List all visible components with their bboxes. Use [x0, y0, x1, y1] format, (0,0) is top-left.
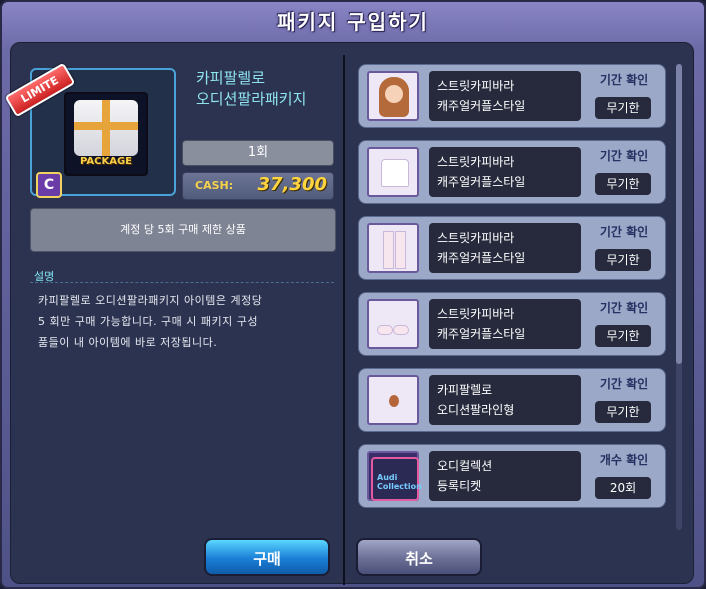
package-name-line2: 오디션팔라패키지	[196, 90, 307, 108]
purchase-count: 1회	[182, 140, 334, 166]
period-label: 기간 확인	[599, 225, 649, 239]
item-name-line2: 캐주얼커플스타일	[437, 175, 526, 189]
package-item-row[interactable]: Audi Collection 오디컬렉션 등록티켓 개수 확인 20회	[358, 444, 666, 508]
pants-icon	[367, 223, 419, 273]
period-label: 기간 확인	[599, 149, 649, 163]
cancel-button[interactable]: 취소	[356, 538, 482, 576]
item-name-box: 스트릿카피바라 캐주얼커플스타일	[429, 299, 581, 349]
panel-divider	[343, 55, 345, 585]
package-name-line1: 카피팔렐로	[196, 69, 266, 87]
item-name-line2: 캐주얼커플스타일	[437, 251, 526, 265]
package-item-row[interactable]: 스트릿카피바라 캐주얼커플스타일 기간 확인 무기한	[358, 216, 666, 280]
shoes-icon	[367, 299, 419, 349]
description-line2: 5 회만 구매 가능합니다. 구매 시 패키지 구성	[38, 315, 259, 328]
shirt-icon	[367, 147, 419, 197]
item-name-box: 스트릿카피바라 캐주얼커플스타일	[429, 223, 581, 273]
period-value: 무기한	[595, 401, 651, 423]
item-name-line1: 카피팔렐로	[437, 383, 493, 397]
item-name-line2: 캐주얼커플스타일	[437, 327, 526, 341]
package-name: 카피팔렐로 오디션팔라패키지	[196, 68, 344, 110]
package-item-row[interactable]: 스트릿카피바라 캐주얼커플스타일 기간 확인 무기한	[358, 140, 666, 204]
item-name-box: 오디컬렉션 등록티켓	[429, 451, 581, 501]
package-item-row[interactable]: 스트릿카피바라 캐주얼커플스타일 기간 확인 무기한	[358, 292, 666, 356]
item-name-box: 스트릿카피바라 캐주얼커플스타일	[429, 147, 581, 197]
purchase-limit-notice: 계정 당 5회 구매 제한 상품	[30, 208, 336, 252]
item-name-line1: 스트릿카피바라	[437, 79, 515, 93]
item-name-box: 카피팔렐로 오디션팔라인형	[429, 375, 581, 425]
ticket-thumb-text: Audi Collection	[377, 473, 422, 491]
description-line1: 카피팔렐로 오디션팔라패키지 아이템은 계정당	[38, 294, 263, 307]
item-name-line2: 등록티켓	[437, 479, 482, 493]
cash-value: 37,300	[257, 174, 327, 195]
quantity-label: 개수 확인	[599, 453, 649, 467]
item-name-line1: 스트릿카피바라	[437, 231, 515, 245]
description-line3: 품들이 내 아이템에 바로 저장됩니다.	[38, 336, 218, 349]
package-item-row[interactable]: 스트릿카피바라 캐주얼커플스타일 기간 확인 무기한	[358, 64, 666, 128]
rank-badge-icon: C	[36, 172, 62, 198]
period-value: 무기한	[595, 249, 651, 271]
description-text: 카피팔렐로 오디션팔라패키지 아이템은 계정당 5 회만 구매 가능합니다. 구…	[38, 290, 328, 353]
period-label: 기간 확인	[599, 377, 649, 391]
cash-price: CASH: 37,300	[182, 172, 334, 200]
dialog-title: 패키지 구입하기	[277, 10, 429, 34]
gift-box-icon	[74, 100, 138, 156]
package-item-row[interactable]: 카피팔렐로 오디션팔라인형 기간 확인 무기한	[358, 368, 666, 432]
ticket-icon: Audi Collection	[367, 451, 422, 501]
period-label: 기간 확인	[599, 73, 649, 87]
item-name-line1: 스트릿카피바라	[437, 155, 515, 169]
package-image: PACKAGE	[64, 92, 148, 176]
quantity-value: 20회	[595, 477, 651, 499]
hair-icon	[367, 71, 419, 121]
package-thumb-label: PACKAGE	[79, 156, 133, 167]
period-value: 무기한	[595, 173, 651, 195]
description-divider	[30, 282, 334, 283]
item-name-line1: 스트릿카피바라	[437, 307, 515, 321]
buy-button[interactable]: 구매	[204, 538, 330, 576]
period-value: 무기한	[595, 325, 651, 347]
item-name-line2: 캐주얼커플스타일	[437, 99, 526, 113]
item-name-box: 스트릿카피바라 캐주얼커플스타일	[429, 71, 581, 121]
item-name-line1: 오디컬렉션	[437, 459, 493, 473]
cash-label: CASH:	[195, 179, 234, 192]
doll-icon	[367, 375, 419, 425]
list-scrollbar-thumb[interactable]	[676, 64, 682, 364]
item-name-line2: 오디션팔라인형	[437, 403, 515, 417]
period-label: 기간 확인	[599, 301, 649, 315]
period-value: 무기한	[595, 97, 651, 119]
